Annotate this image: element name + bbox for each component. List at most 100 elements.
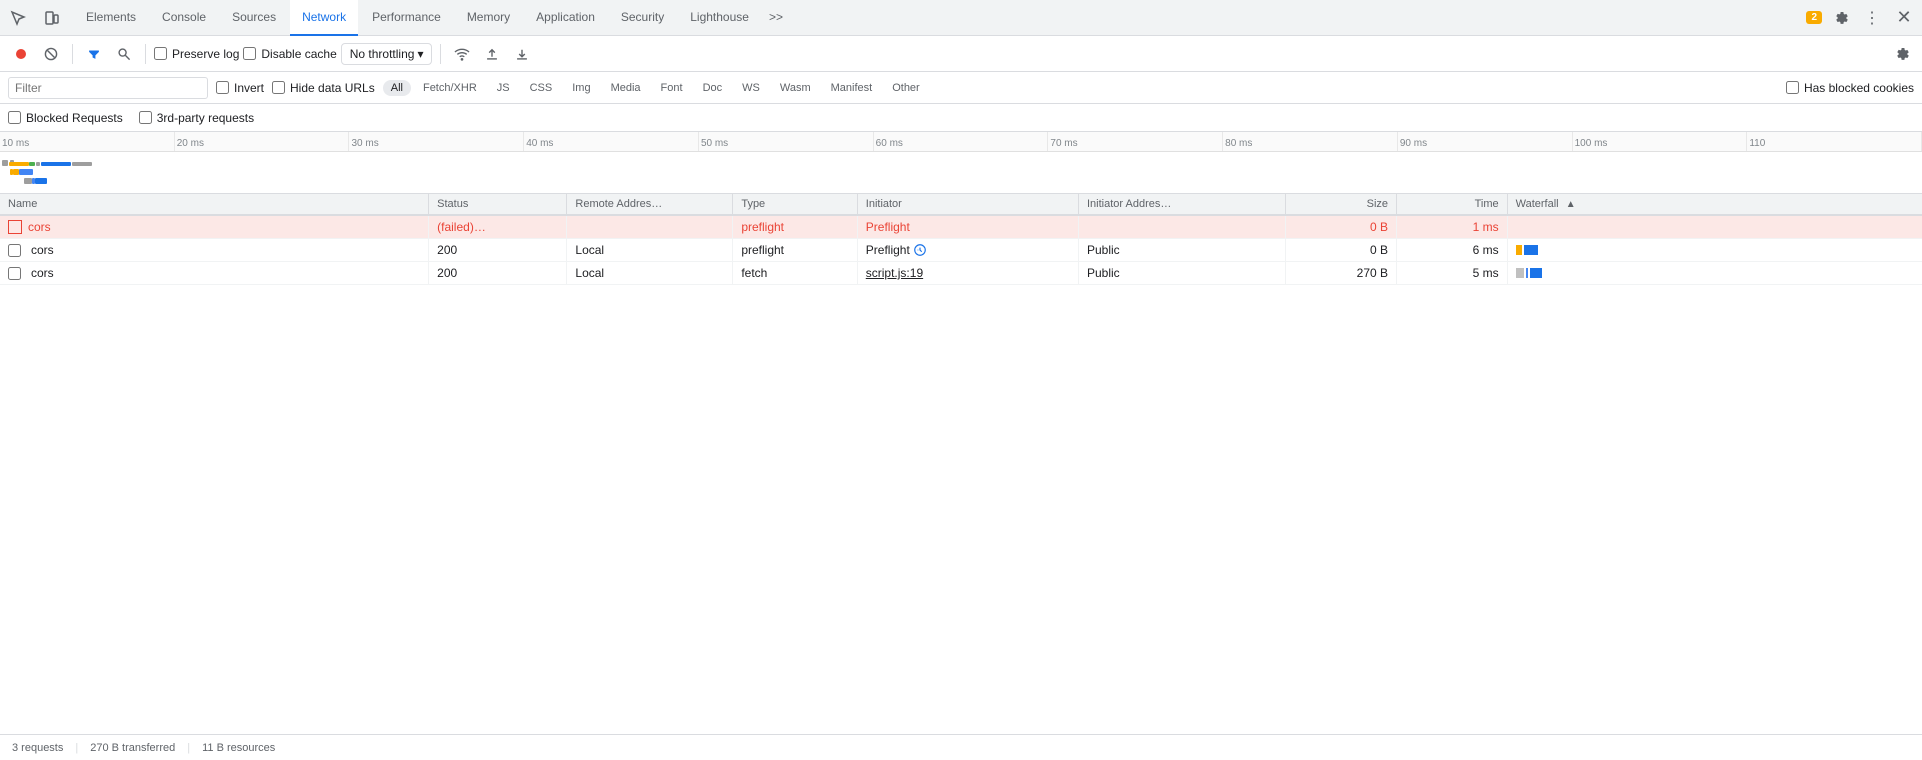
cell-initiator-2: Preflight: [857, 239, 1078, 262]
ruler-tick-30: 30 ms: [349, 132, 524, 151]
cell-initiator-addr-1: [1079, 215, 1286, 239]
blocked-requests-checkbox[interactable]: [8, 111, 21, 124]
cell-type-2: preflight: [733, 239, 857, 262]
third-party-requests-label[interactable]: 3rd-party requests: [139, 111, 254, 125]
separator3: [440, 44, 441, 64]
hide-data-urls-label[interactable]: Hide data URLs: [272, 81, 375, 95]
settings-icon[interactable]: [1826, 4, 1854, 32]
tab-memory[interactable]: Memory: [455, 0, 522, 36]
more-options-icon[interactable]: ⋮: [1858, 4, 1886, 32]
invert-checkbox[interactable]: [216, 81, 229, 94]
tab-sources[interactable]: Sources: [220, 0, 288, 36]
table-row: cors (failed)… preflight Preflight: [0, 215, 1922, 239]
clear-button[interactable]: [38, 41, 64, 67]
checkbox-row: Blocked Requests 3rd-party requests: [0, 104, 1922, 132]
filter-chip-media[interactable]: Media: [603, 80, 649, 96]
cell-time-2: 6 ms: [1397, 239, 1508, 262]
col-header-type[interactable]: Type: [733, 194, 857, 215]
import-icon[interactable]: [479, 41, 505, 67]
filter-chip-css[interactable]: CSS: [522, 80, 561, 96]
filter-chip-all[interactable]: All: [383, 80, 411, 96]
filter-bar: Invert Hide data URLs All Fetch/XHR JS C…: [0, 72, 1922, 104]
wifi-icon[interactable]: [449, 41, 475, 67]
row-checkbox-2[interactable]: [8, 244, 21, 257]
record-button[interactable]: [8, 41, 34, 67]
filter-toggle-button[interactable]: [81, 41, 107, 67]
blocked-requests-label[interactable]: Blocked Requests: [8, 111, 123, 125]
cell-initiator-addr-2: Public: [1079, 239, 1286, 262]
wf-bar: [1530, 268, 1542, 278]
filter-chip-js[interactable]: JS: [489, 80, 518, 96]
tab-lighthouse[interactable]: Lighthouse: [678, 0, 761, 36]
cell-status-2: 200: [429, 239, 567, 262]
cell-waterfall-1: [1507, 215, 1922, 239]
cell-name-1: cors: [0, 215, 429, 239]
filter-chip-img[interactable]: Img: [564, 80, 598, 96]
wf-bar: [1524, 245, 1538, 255]
initiator-link-icon[interactable]: [913, 243, 927, 257]
row-checkbox-1[interactable]: [8, 220, 22, 234]
tab-network[interactable]: Network: [290, 0, 358, 36]
disable-cache-checkbox[interactable]: [243, 47, 256, 60]
wf-bar: [1526, 268, 1528, 278]
ruler-tick-40: 40 ms: [524, 132, 699, 151]
cell-waterfall-3: [1507, 262, 1922, 285]
tab-console[interactable]: Console: [150, 0, 218, 36]
preserve-log-checkbox[interactable]: [154, 47, 167, 60]
network-settings-icon[interactable]: [1888, 41, 1914, 67]
col-header-remote[interactable]: Remote Addres…: [567, 194, 733, 215]
disable-cache-label[interactable]: Disable cache: [243, 47, 336, 61]
search-button[interactable]: [111, 41, 137, 67]
col-header-initiator[interactable]: Initiator: [857, 194, 1078, 215]
cell-type-3: fetch: [733, 262, 857, 285]
status-bar: 3 requests | 270 B transferred | 11 B re…: [0, 734, 1922, 760]
ruler-tick-10: 10 ms: [0, 132, 175, 151]
table-header: Name Status Remote Addres… Type Initiato…: [0, 194, 1922, 215]
sort-arrow-icon: ▲: [1566, 199, 1576, 210]
throttle-select[interactable]: No throttling ▾: [341, 43, 433, 65]
tab-application[interactable]: Application: [524, 0, 607, 36]
row-checkbox-3[interactable]: [8, 267, 21, 280]
cell-initiator-addr-3: Public: [1079, 262, 1286, 285]
cell-remote-2: Local: [567, 239, 733, 262]
third-party-requests-checkbox[interactable]: [139, 111, 152, 124]
col-header-waterfall[interactable]: Waterfall ▲: [1507, 194, 1922, 215]
filter-chip-fetchxhr[interactable]: Fetch/XHR: [415, 80, 485, 96]
tab-security[interactable]: Security: [609, 0, 676, 36]
wf-bar: [1516, 245, 1522, 255]
filter-input[interactable]: [8, 77, 208, 99]
cell-initiator-1: Preflight: [857, 215, 1078, 239]
tab-performance[interactable]: Performance: [360, 0, 453, 36]
cell-initiator-3: script.js:19: [857, 262, 1078, 285]
device-toggle-icon[interactable]: [38, 4, 66, 32]
tab-more[interactable]: >>: [763, 0, 789, 36]
cursor-icon[interactable]: [4, 4, 32, 32]
export-icon[interactable]: [509, 41, 535, 67]
transferred-size: 270 B transferred: [90, 742, 175, 754]
invert-label[interactable]: Invert: [216, 81, 264, 95]
filter-chip-font[interactable]: Font: [653, 80, 691, 96]
cell-name-2: cors: [0, 239, 429, 262]
ruler-tick-80: 80 ms: [1223, 132, 1398, 151]
cell-size-1: 0 B: [1286, 215, 1397, 239]
col-header-status[interactable]: Status: [429, 194, 567, 215]
tab-bar: Elements Console Sources Network Perform…: [0, 0, 1922, 36]
filter-chip-manifest[interactable]: Manifest: [823, 80, 881, 96]
filter-chip-other[interactable]: Other: [884, 80, 928, 96]
col-header-initiator-addr[interactable]: Initiator Addres…: [1079, 194, 1286, 215]
col-header-size[interactable]: Size: [1286, 194, 1397, 215]
col-header-name[interactable]: Name: [0, 194, 429, 215]
has-blocked-cookies-checkbox[interactable]: [1786, 81, 1799, 94]
has-blocked-cookies-label[interactable]: Has blocked cookies: [1786, 81, 1914, 95]
timeline-section: 10 ms 20 ms 30 ms 40 ms 50 ms 60 ms 70 m…: [0, 132, 1922, 194]
close-devtools-icon[interactable]: ✕: [1890, 4, 1918, 32]
filter-chip-doc[interactable]: Doc: [695, 80, 731, 96]
hide-data-urls-checkbox[interactable]: [272, 81, 285, 94]
col-header-time[interactable]: Time: [1397, 194, 1508, 215]
filter-chip-ws[interactable]: WS: [734, 80, 768, 96]
preserve-log-label[interactable]: Preserve log: [154, 47, 239, 61]
filter-chip-wasm[interactable]: Wasm: [772, 80, 819, 96]
tab-elements[interactable]: Elements: [74, 0, 148, 36]
resources-size: 11 B resources: [202, 742, 275, 754]
ruler-tick-70: 70 ms: [1048, 132, 1223, 151]
